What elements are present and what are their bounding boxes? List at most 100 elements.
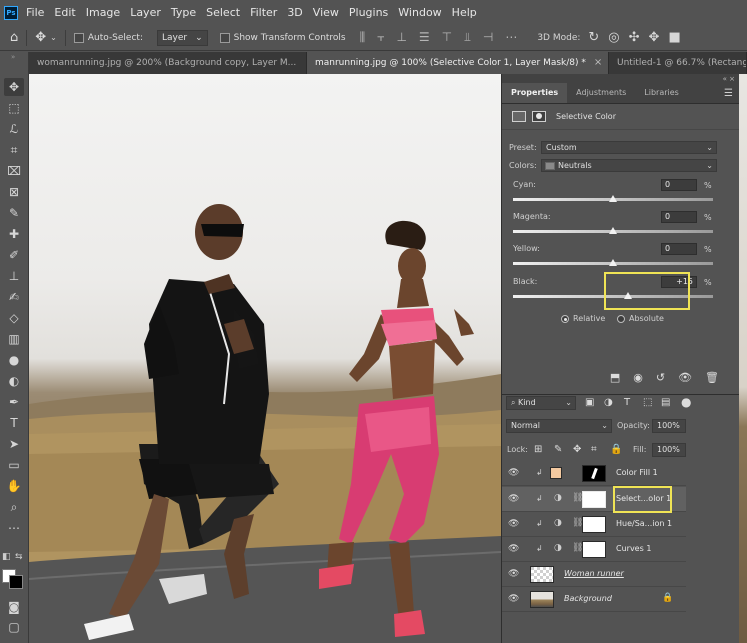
eye-icon[interactable]: 👁 (508, 569, 519, 579)
hand-tool-icon[interactable]: ✋ (4, 477, 24, 495)
fill-swatch-thumbnail[interactable] (550, 467, 562, 479)
pan-3d-icon[interactable]: ✣ (629, 30, 640, 45)
lasso-tool-icon[interactable]: ℒ (4, 120, 24, 138)
swap-colors-icon[interactable]: ⇆ (15, 552, 23, 562)
colors-dropdown[interactable]: Neutrals ⌄ (541, 159, 717, 172)
crop-tool-icon[interactable]: ⌧ (4, 162, 24, 180)
menu-help[interactable]: Help (452, 6, 477, 19)
layer-row-curves[interactable]: 👁 ↲ ◑ ⛓ Curves 1 (502, 537, 686, 562)
eye-icon[interactable]: 👁 (508, 519, 519, 529)
layer-mask-thumbnail[interactable] (582, 516, 606, 533)
tab-properties[interactable]: Properties (502, 83, 568, 103)
eyedropper-tool-icon[interactable]: ✎ (4, 204, 24, 222)
background-color-swatch[interactable] (9, 575, 23, 589)
absolute-radio[interactable] (617, 314, 625, 323)
tab-womanrunning[interactable]: womanrunning.jpg @ 200% (Background copy… (29, 52, 307, 74)
filter-type-icon[interactable]: T (624, 397, 630, 408)
menu-image[interactable]: Image (86, 6, 120, 19)
gradient-tool-icon[interactable]: ▥ (4, 330, 24, 348)
menu-filter[interactable]: Filter (250, 6, 277, 19)
align-vcenter-icon[interactable]: ⫟ (377, 30, 384, 45)
move-tool-icon[interactable]: ✥ (4, 78, 24, 96)
layer-name[interactable]: Background (564, 594, 612, 603)
layer-mask-thumbnail[interactable] (582, 491, 606, 508)
layer-name[interactable]: Color Fill 1 (616, 468, 658, 477)
menu-type[interactable]: Type (171, 6, 196, 19)
layer-row-woman-runner[interactable]: 👁 Woman runner (502, 562, 686, 587)
more-icon[interactable]: ⋯ (505, 30, 517, 45)
menu-plugins[interactable]: Plugins (349, 6, 388, 19)
quick-select-tool-icon[interactable]: ⌗ (4, 141, 24, 159)
preset-dropdown[interactable]: Custom ⌄ (541, 141, 717, 154)
yellow-slider-thumb[interactable] (609, 259, 617, 266)
show-transform-checkbox[interactable] (219, 32, 230, 43)
method-relative[interactable]: Relative (561, 314, 605, 323)
type-tool-icon[interactable]: T (4, 414, 24, 432)
tab-manrunning[interactable]: manrunning.jpg @ 100% (Selective Color 1… (307, 52, 609, 74)
filter-toggle-icon[interactable]: ● (681, 395, 691, 409)
layer-mask-icon[interactable] (532, 111, 546, 122)
clone-stamp-tool-icon[interactable]: ⊥ (4, 267, 24, 285)
tab-untitled[interactable]: Untitled-1 @ 66.7% (Rectangle 2, (609, 52, 747, 74)
trash-icon[interactable]: 🗑 (705, 371, 719, 384)
menu-layer[interactable]: Layer (130, 6, 161, 19)
clip-to-layer-icon[interactable]: ⬒ (610, 371, 620, 384)
layer-mask-thumbnail[interactable] (582, 465, 606, 482)
filter-pixel-icon[interactable]: ▣ (585, 397, 594, 408)
layer-name[interactable]: Hue/Sa...ion 1 (616, 519, 672, 528)
marquee-tool-icon[interactable]: ⬚ (4, 99, 24, 117)
quick-mask-icon[interactable]: ◙ (4, 598, 24, 616)
lock-position-icon[interactable]: ✥ (573, 444, 581, 455)
layer-name[interactable]: Curves 1 (616, 544, 651, 553)
tab-adjustments[interactable]: Adjustments (567, 83, 635, 103)
filter-smart-icon[interactable]: ▤ (661, 397, 670, 408)
collapse-icon[interactable]: « × (723, 75, 735, 83)
layer-row-background[interactable]: 👁 Background 🔒 (502, 587, 686, 612)
screen-mode-icon[interactable]: ▢ (4, 618, 24, 636)
distribute-icon[interactable]: ☰ (419, 30, 430, 45)
layer-thumbnail[interactable] (530, 566, 554, 583)
eye-icon[interactable]: 👁 (508, 594, 519, 604)
scale-3d-icon[interactable]: ■ (668, 30, 680, 45)
adjustment-layer-icon[interactable]: ◑ (554, 518, 562, 528)
healing-brush-tool-icon[interactable]: ✚ (4, 225, 24, 243)
align-top-icon[interactable]: ⫼ (360, 30, 366, 45)
dodge-tool-icon[interactable]: ◐ (4, 372, 24, 390)
lock-image-icon[interactable]: ✎ (554, 444, 562, 455)
history-brush-tool-icon[interactable]: ✍ (4, 288, 24, 306)
layer-thumbnail[interactable] (530, 591, 554, 608)
menu-select[interactable]: Select (206, 6, 240, 19)
fill-input[interactable]: 100% (652, 443, 686, 457)
more-tools-icon[interactable]: ⋯ (4, 519, 24, 537)
method-absolute[interactable]: Absolute (617, 314, 664, 323)
document-canvas[interactable] (29, 74, 501, 643)
menu-window[interactable]: Window (398, 6, 441, 19)
view-previous-icon[interactable]: ◉ (633, 371, 643, 384)
lock-transparent-icon[interactable]: ⊞ (534, 444, 542, 455)
eye-icon[interactable]: 👁 (508, 468, 519, 478)
adjustment-layer-icon[interactable]: ◑ (554, 543, 562, 553)
collapse-icon[interactable]: » (11, 53, 15, 61)
cyan-slider-thumb[interactable] (609, 195, 617, 202)
rectangle-tool-icon[interactable]: ▭ (4, 456, 24, 474)
adjustment-icon[interactable] (512, 111, 526, 122)
brush-tool-icon[interactable]: ✐ (4, 246, 24, 264)
layer-mask-thumbnail[interactable] (582, 541, 606, 558)
menu-view[interactable]: View (313, 6, 339, 19)
eraser-tool-icon[interactable]: ◇ (4, 309, 24, 327)
slide-3d-icon[interactable]: ✥ (649, 30, 660, 45)
filter-shape-icon[interactable]: ⬚ (643, 397, 652, 408)
menu-edit[interactable]: Edit (54, 6, 75, 19)
home-icon[interactable]: ⌂ (10, 30, 18, 45)
cyan-input[interactable]: 0 (661, 179, 697, 191)
close-icon[interactable]: × (594, 52, 602, 74)
layer-row-hue-saturation[interactable]: 👁 ↲ ◑ ⛓ Hue/Sa...ion 1 (502, 512, 686, 537)
align-bottom-icon[interactable]: ⊥ (396, 30, 406, 45)
lock-artboard-icon[interactable]: ⌗ (591, 444, 597, 455)
relative-radio[interactable] (561, 314, 569, 323)
move-tool-icon[interactable]: ✥ (35, 30, 46, 45)
menu-file[interactable]: File (26, 6, 44, 19)
magenta-input[interactable]: 0 (661, 211, 697, 223)
frame-tool-icon[interactable]: ⊠ (4, 183, 24, 201)
eye-icon[interactable]: 👁 (508, 494, 519, 504)
